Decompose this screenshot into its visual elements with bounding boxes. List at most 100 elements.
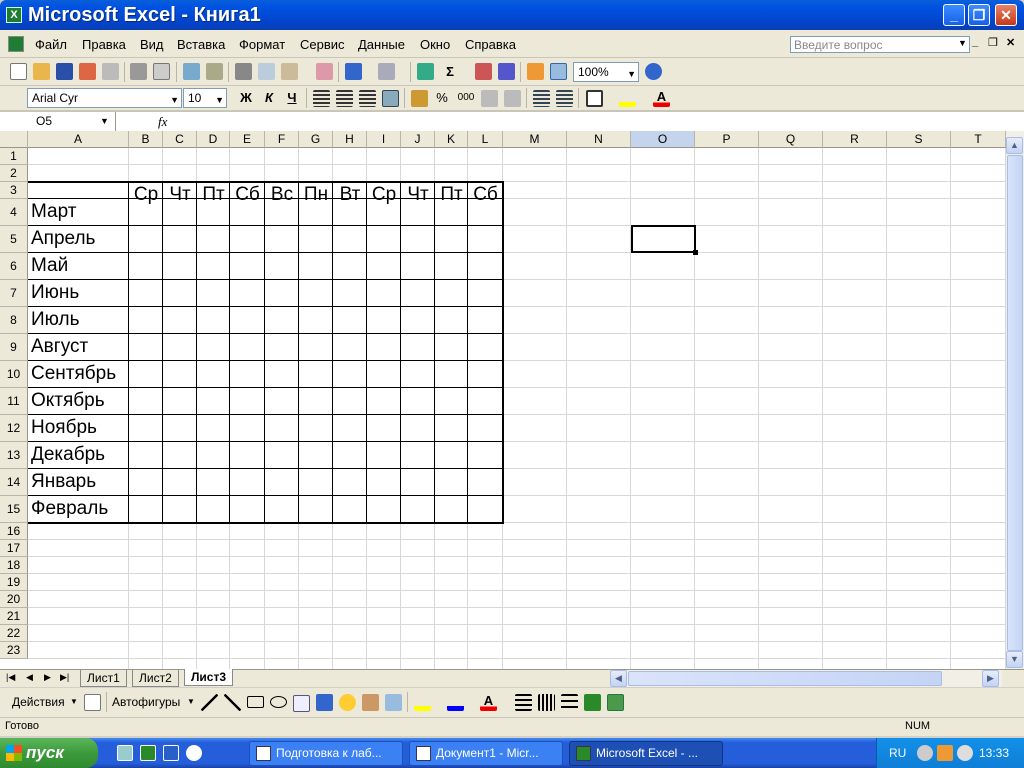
column-header-L[interactable]: L xyxy=(468,131,503,148)
undo-icon[interactable] xyxy=(345,63,362,80)
diagram-icon[interactable] xyxy=(339,694,356,711)
column-header-N[interactable]: N xyxy=(567,131,631,148)
picture-icon[interactable] xyxy=(385,694,402,711)
sheet-tab-3[interactable]: Лист3 xyxy=(184,669,234,686)
fill-color-icon[interactable] xyxy=(619,90,636,107)
row-header-6[interactable]: 6 xyxy=(0,253,28,280)
row-header-13[interactable]: 13 xyxy=(0,442,28,469)
draw-fill-color-icon[interactable] xyxy=(414,694,431,711)
underline-button[interactable]: Ч xyxy=(282,88,302,108)
horizontal-scroll-thumb[interactable] xyxy=(628,671,942,686)
sheet-tab-2[interactable]: Лист2 xyxy=(132,670,179,687)
font-size-select[interactable]: 10 ▼ xyxy=(183,88,227,108)
row-header-14[interactable]: 14 xyxy=(0,469,28,496)
align-left-icon[interactable] xyxy=(313,90,330,107)
start-button[interactable]: пуск xyxy=(0,738,98,768)
autoshapes-menu[interactable]: Автофигуры xyxy=(112,695,180,709)
line-style-icon[interactable] xyxy=(515,694,532,711)
row-header-15[interactable]: 15 xyxy=(0,496,28,523)
name-box-dropdown-icon[interactable]: ▼ xyxy=(100,116,109,126)
row-header-22[interactable]: 22 xyxy=(0,625,28,642)
help-dropdown-icon[interactable]: ▼ xyxy=(958,38,967,48)
cell-D3[interactable]: Пт xyxy=(197,182,230,205)
column-header-J[interactable]: J xyxy=(401,131,435,148)
permission-icon[interactable] xyxy=(79,63,96,80)
row-header-23[interactable]: 23 xyxy=(0,642,28,659)
scroll-left-icon[interactable]: ◀ xyxy=(610,670,627,687)
3d-style-icon[interactable] xyxy=(607,694,624,711)
cell-A8[interactable]: Июль xyxy=(31,307,79,334)
language-indicator[interactable]: RU xyxy=(889,746,906,760)
borders-icon[interactable] xyxy=(586,90,603,107)
row-header-2[interactable]: 2 xyxy=(0,165,28,182)
menu-edit[interactable]: Правка xyxy=(82,37,126,52)
row-header-17[interactable]: 17 xyxy=(0,540,28,557)
menu-file[interactable]: Файл xyxy=(35,37,67,52)
save-icon[interactable] xyxy=(56,63,73,80)
chart-wizard-icon[interactable] xyxy=(527,63,544,80)
quicklaunch-excel-icon[interactable] xyxy=(140,745,156,761)
row-header-10[interactable]: 10 xyxy=(0,361,28,388)
tray-sound-icon[interactable] xyxy=(957,745,973,761)
task-item-lab[interactable]: Подготовка к лаб... xyxy=(249,741,403,766)
vertical-scrollbar[interactable]: ▲ ▼ xyxy=(1006,131,1024,669)
font-color-icon[interactable]: A xyxy=(653,90,670,107)
column-header-C[interactable]: C xyxy=(163,131,197,148)
row-header-19[interactable]: 19 xyxy=(0,574,28,591)
column-header-S[interactable]: S xyxy=(887,131,951,148)
menu-format[interactable]: Формат xyxy=(239,37,285,52)
column-header-G[interactable]: G xyxy=(299,131,333,148)
row-header-1[interactable]: 1 xyxy=(0,148,28,165)
cell-A6[interactable]: Май xyxy=(31,253,68,280)
cell-A5[interactable]: Апрель xyxy=(31,226,95,253)
draw-actions-menu[interactable]: Действия xyxy=(12,695,65,709)
cell-J3[interactable]: Чт xyxy=(401,182,435,205)
textbox-icon[interactable] xyxy=(293,695,310,712)
autoshapes-dropdown-icon[interactable]: ▼ xyxy=(187,697,195,706)
column-header-A[interactable]: A xyxy=(28,131,129,148)
last-sheet-icon[interactable]: ▶| xyxy=(60,672,69,683)
cell-A12[interactable]: Ноябрь xyxy=(31,415,97,442)
column-header-E[interactable]: E xyxy=(230,131,265,148)
increase-indent-icon[interactable] xyxy=(556,90,573,107)
show-desktop-icon[interactable] xyxy=(117,745,133,761)
shadow-style-icon[interactable] xyxy=(584,694,601,711)
cell-E3[interactable]: Сб xyxy=(230,182,265,205)
wordart-icon[interactable] xyxy=(316,694,333,711)
sort-descending-icon[interactable] xyxy=(498,63,515,80)
restore-button[interactable]: ❐ xyxy=(968,4,990,26)
tray-back-icon[interactable] xyxy=(917,745,933,761)
cell-A15[interactable]: Февраль xyxy=(31,496,108,523)
cell-B3[interactable]: Ср xyxy=(129,182,163,205)
cell-A9[interactable]: Август xyxy=(31,334,88,361)
sort-ascending-icon[interactable] xyxy=(475,63,492,80)
cut-icon[interactable] xyxy=(235,63,252,80)
decrease-indent-icon[interactable] xyxy=(533,90,550,107)
align-right-icon[interactable] xyxy=(359,90,376,107)
doc-restore-button[interactable]: ❐ xyxy=(988,36,998,49)
row-header-8[interactable]: 8 xyxy=(0,307,28,334)
column-header-O[interactable]: O xyxy=(631,131,695,148)
excel-app-icon[interactable]: X xyxy=(6,7,22,23)
italic-button[interactable]: К xyxy=(259,88,279,108)
zoom-select[interactable]: 100% ▼ xyxy=(573,62,639,82)
name-box[interactable]: O5 xyxy=(0,112,116,131)
row-header-16[interactable]: 16 xyxy=(0,523,28,540)
decrease-decimal-icon[interactable] xyxy=(504,90,521,107)
new-icon[interactable] xyxy=(10,63,27,80)
print-preview-icon[interactable] xyxy=(153,63,170,80)
font-select[interactable]: Arial Cyr ▼ xyxy=(27,88,182,108)
rectangle-icon[interactable] xyxy=(247,696,264,708)
row-header-21[interactable]: 21 xyxy=(0,608,28,625)
quicklaunch-media-icon[interactable] xyxy=(186,745,202,761)
worksheet-grid[interactable]: A B C D E F G H I J K L M N O P Q R S T 1 2 3 4 5 6 7 8 9 10 11 12 13 14 1… xyxy=(0,131,1006,669)
workbook-icon[interactable] xyxy=(8,36,24,52)
merge-center-icon[interactable] xyxy=(382,90,399,107)
cell-A14[interactable]: Январь xyxy=(31,469,96,496)
horizontal-scrollbar[interactable]: ◀ ▶ xyxy=(610,670,1002,687)
menu-tools[interactable]: Сервис xyxy=(300,37,345,52)
column-header-M[interactable]: M xyxy=(503,131,567,148)
doc-close-button[interactable]: ✕ xyxy=(1006,36,1015,49)
vertical-scroll-thumb[interactable] xyxy=(1007,155,1023,651)
arrow-style-icon[interactable] xyxy=(561,694,578,711)
